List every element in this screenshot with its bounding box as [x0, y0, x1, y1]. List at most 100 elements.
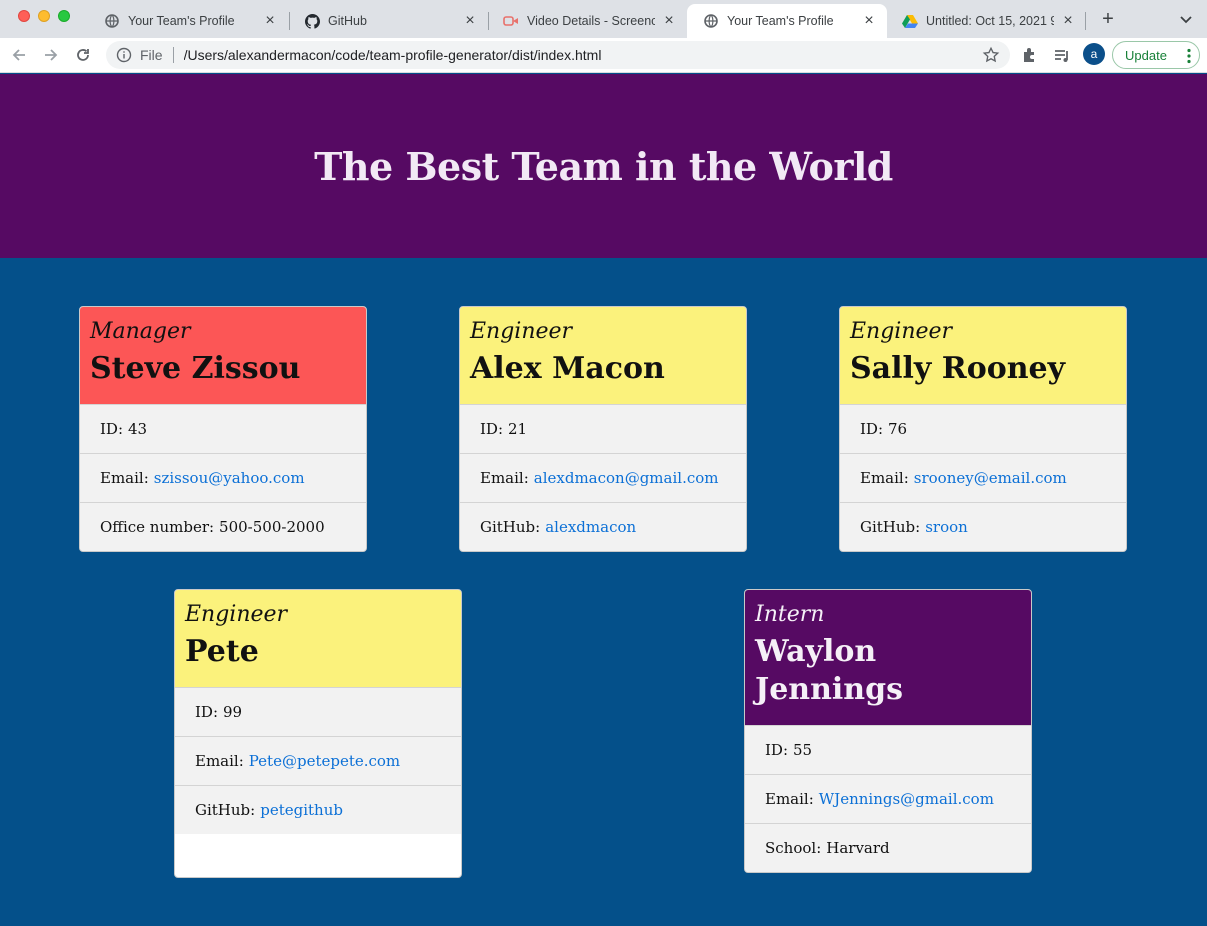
address-bar[interactable]: File /Users/alexandermacon/code/team-pro… [106, 41, 1010, 69]
card-details: ID: 99 Email: Pete@petepete.com GitHub: pet… [175, 687, 461, 834]
url-text[interactable]: /Users/alexandermacon/code/team-profile-… [184, 47, 982, 63]
close-window-button[interactable] [18, 10, 30, 22]
github-link[interactable]: sroon [925, 518, 968, 536]
info-icon[interactable] [116, 47, 132, 63]
browser-tab-active[interactable]: Your Team's Profile × [687, 4, 887, 38]
employee-card-engineer: Engineer Pete ID: 99 Email: Pete@petepete.… [174, 589, 462, 878]
github-link[interactable]: alexdmacon [545, 518, 636, 536]
email-row: Email: srooney@email.com [840, 453, 1126, 502]
id-row: ID: 21 [460, 404, 746, 453]
browser-tab[interactable]: GitHub × [288, 4, 488, 38]
card-header: Engineer Sally Rooney [840, 307, 1126, 404]
employee-role: Engineer [185, 602, 288, 627]
email-link[interactable]: alexdmacon@gmail.com [534, 469, 719, 487]
tab-search-chevron-icon[interactable] [1176, 10, 1196, 30]
back-button[interactable] [8, 44, 30, 66]
card-details: ID: 43 Email: szissou@yahoo.com Office num… [80, 404, 366, 551]
email-row: Email: Pete@petepete.com [175, 736, 461, 785]
browser-tab[interactable]: Untitled: Oct 15, 2021 9 × [886, 4, 1086, 38]
school-label: School: [765, 839, 822, 857]
minimize-window-button[interactable] [38, 10, 50, 22]
tab-title: GitHub [328, 14, 367, 28]
id-value: 21 [508, 420, 528, 438]
employee-name: Sally Rooney [850, 351, 1066, 386]
email-link[interactable]: Pete@petepete.com [249, 752, 400, 770]
address-divider [172, 47, 174, 63]
email-link[interactable]: srooney@email.com [914, 469, 1067, 487]
card-header: Engineer Alex Macon [460, 307, 746, 404]
employee-card-engineer: Engineer Alex Macon ID: 21 Email: alexdmac… [459, 306, 747, 552]
browser-toolbar: File /Users/alexandermacon/code/team-pro… [0, 38, 1207, 73]
reload-icon [77, 49, 89, 61]
close-tab-icon[interactable]: × [661, 13, 677, 29]
bookmark-star-icon[interactable] [982, 46, 1000, 64]
github-label: GitHub: [195, 801, 256, 819]
extensions-puzzle-icon[interactable] [1020, 46, 1040, 66]
close-tab-icon[interactable]: × [1060, 13, 1076, 29]
browser-tab[interactable]: Video Details - Screenc × [487, 4, 687, 38]
employee-name: Steve Zissou [90, 351, 301, 386]
close-tab-icon[interactable]: × [861, 13, 877, 29]
card-details: ID: 76 Email: srooney@email.com GitHub: sro… [840, 404, 1126, 551]
github-row: GitHub: petegithub [175, 785, 461, 834]
email-label: Email: [765, 790, 814, 808]
tab-title: Your Team's Profile [128, 14, 235, 28]
drive-icon [902, 13, 918, 29]
tab-strip: Your Team's Profile × GitHub × Video Det… [0, 0, 1207, 38]
employee-role: Intern [755, 602, 825, 627]
new-tab-button[interactable]: + [1097, 8, 1119, 30]
browser-tab[interactable]: Your Team's Profile × [88, 4, 288, 38]
id-label: ID: [480, 420, 504, 438]
more-menu-icon[interactable] [1187, 48, 1191, 64]
id-row: ID: 76 [840, 404, 1126, 453]
tab-divider [1085, 12, 1086, 30]
employee-card-engineer: Engineer Sally Rooney ID: 76 Email: sroone… [839, 306, 1127, 552]
email-row: Email: WJennings@gmail.com [745, 774, 1031, 823]
email-label: Email: [195, 752, 244, 770]
media-controls-icon[interactable] [1052, 46, 1072, 66]
tab-title: Your Team's Profile [727, 14, 834, 28]
tab-title: Untitled: Oct 15, 2021 9 [926, 14, 1054, 28]
github-link[interactable]: petegithub [260, 801, 343, 819]
id-label: ID: [860, 420, 884, 438]
email-label: Email: [860, 469, 909, 487]
id-label: ID: [765, 741, 789, 759]
email-link[interactable]: WJennings@gmail.com [819, 790, 994, 808]
reload-button[interactable] [72, 44, 94, 66]
page-title: The Best Team in the World [314, 143, 893, 189]
arrow-left-icon [12, 49, 25, 61]
email-row: Email: szissou@yahoo.com [80, 453, 366, 502]
id-label: ID: [195, 703, 219, 721]
maximize-window-button[interactable] [58, 10, 70, 22]
github-label: GitHub: [860, 518, 921, 536]
close-tab-icon[interactable]: × [462, 13, 478, 29]
scheme-label: File [140, 47, 163, 63]
tab-title: Video Details - Screenc [527, 14, 655, 28]
school-row: School: Harvard [745, 823, 1031, 872]
globe-icon [104, 13, 120, 29]
email-row: Email: alexdmacon@gmail.com [460, 453, 746, 502]
email-link[interactable]: szissou@yahoo.com [154, 469, 305, 487]
employee-role: Manager [90, 319, 191, 344]
update-button[interactable]: Update [1112, 41, 1200, 69]
card-header: Engineer Pete [175, 590, 461, 687]
profile-avatar[interactable]: a [1083, 43, 1105, 65]
email-label: Email: [100, 469, 149, 487]
github-icon [304, 13, 320, 29]
office-number-label: Office number: [100, 518, 215, 536]
page-header: The Best Team in the World [0, 74, 1207, 258]
video-icon [503, 13, 519, 29]
id-value: 43 [128, 420, 148, 438]
forward-button[interactable] [40, 44, 62, 66]
id-row: ID: 43 [80, 404, 366, 453]
card-header: Manager Steve Zissou [80, 307, 366, 404]
close-tab-icon[interactable]: × [262, 13, 278, 29]
card-details: ID: 21 Email: alexdmacon@gmail.com GitHub:… [460, 404, 746, 551]
id-value: 76 [888, 420, 908, 438]
arrow-right-icon [45, 49, 58, 61]
update-label: Update [1125, 47, 1167, 63]
id-label: ID: [100, 420, 124, 438]
employee-name: Pete [185, 634, 259, 669]
github-row: GitHub: sroon [840, 502, 1126, 551]
id-value: 55 [793, 741, 813, 759]
